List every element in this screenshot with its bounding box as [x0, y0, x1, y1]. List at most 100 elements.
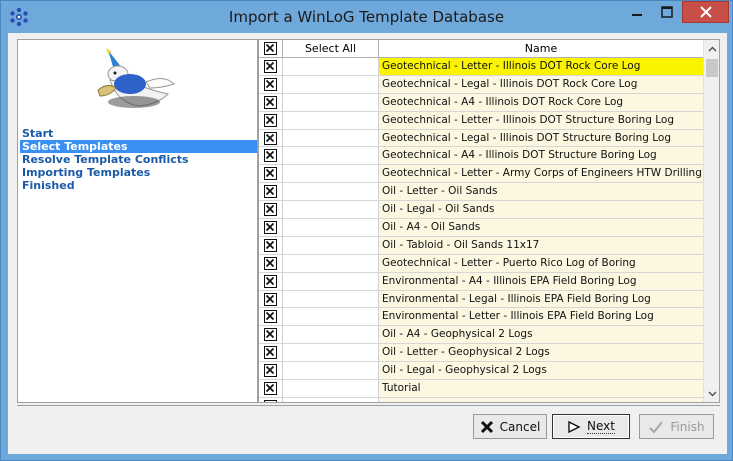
row-select-cell[interactable]	[283, 380, 379, 397]
row-checkbox-cell[interactable]	[259, 397, 283, 402]
table-row[interactable]: Geotechnical - Letter - Army Corps of En…	[259, 165, 703, 184]
row-template-name[interactable]: Environmental - Legal - Illinois EPA Fie…	[379, 290, 703, 308]
template-grid[interactable]: Select All Name Geotechnical - Letter - …	[258, 39, 720, 403]
row-template-name[interactable]: Oil - A4 - Oil Sands	[379, 219, 703, 236]
table-row[interactable]: Environmental - Letter - Illinois EPA Fi…	[259, 308, 703, 327]
table-row[interactable]: Oil - A4 - Geophysical 2 Logs	[259, 326, 703, 345]
row-checkbox-cell[interactable]	[259, 308, 283, 326]
checked-checkbox-icon[interactable]	[264, 77, 277, 91]
row-template-name[interactable]: Oil - Tabloid - Oil Sands 11x17	[379, 236, 703, 254]
scrollbar-thumb[interactable]	[706, 59, 718, 77]
row-checkbox-cell[interactable]	[259, 290, 283, 308]
row-template-name[interactable]: Oil - Letter - Oil Sands	[379, 183, 703, 201]
table-row[interactable]: Oil - Letter - Geophysical 2 Logs	[259, 344, 703, 363]
step-importing-templates[interactable]: Importing Templates	[20, 166, 257, 179]
minimize-button[interactable]	[623, 1, 651, 23]
row-checkbox-cell[interactable]	[259, 183, 283, 201]
header-name[interactable]: Name	[379, 40, 703, 58]
table-row[interactable]: Oil - Legal - Oil Sands	[259, 201, 703, 220]
row-checkbox-cell[interactable]	[259, 201, 283, 219]
table-row[interactable]: Oil - Letter - Oil Sands	[259, 183, 703, 202]
checked-checkbox-icon[interactable]	[264, 274, 277, 288]
checked-checkbox-icon[interactable]	[264, 95, 277, 109]
checked-checkbox-icon[interactable]	[264, 203, 277, 217]
checked-checkbox-icon[interactable]	[264, 328, 277, 342]
row-select-cell[interactable]	[283, 344, 379, 362]
table-row[interactable]: Geotechnical - Legal - Illinois DOT Stru…	[259, 129, 703, 148]
next-button[interactable]: Next	[552, 414, 630, 439]
title-bar[interactable]: Import a WinLoG Template Database	[1, 1, 732, 33]
row-checkbox-cell[interactable]	[259, 219, 283, 236]
row-template-name[interactable]: Geotechnical - A4 - Illinois DOT Rock Co…	[379, 93, 703, 111]
finish-button[interactable]: Finish	[639, 414, 714, 439]
checked-checkbox-icon[interactable]	[264, 185, 277, 199]
row-template-name[interactable]: Geotechnical - Letter - Illinois DOT Str…	[379, 111, 703, 129]
checked-checkbox-icon[interactable]	[264, 42, 277, 55]
table-row[interactable]: Geotechnical - Letter - Illinois DOT Str…	[259, 111, 703, 130]
row-select-cell[interactable]	[283, 254, 379, 272]
table-row[interactable]	[259, 397, 703, 402]
checked-checkbox-icon[interactable]	[264, 221, 277, 235]
row-template-name[interactable]: Geotechnical - A4 - Illinois DOT Structu…	[379, 147, 703, 165]
row-checkbox-cell[interactable]	[259, 236, 283, 254]
checked-checkbox-icon[interactable]	[264, 346, 277, 360]
row-select-cell[interactable]	[283, 236, 379, 254]
vertical-scrollbar[interactable]	[703, 40, 719, 402]
row-template-name[interactable]: Oil - A4 - Geophysical 2 Logs	[379, 326, 703, 344]
step-resolve-conflicts[interactable]: Resolve Template Conflicts	[20, 153, 257, 166]
row-select-cell[interactable]	[283, 75, 379, 93]
checked-checkbox-icon[interactable]	[264, 238, 277, 252]
row-select-cell[interactable]	[283, 165, 379, 183]
checked-checkbox-icon[interactable]	[264, 399, 277, 402]
row-select-cell[interactable]	[283, 308, 379, 326]
row-template-name[interactable]: Geotechnical - Legal - Illinois DOT Stru…	[379, 129, 703, 147]
row-template-name[interactable]: Geotechnical - Letter - Puerto Rico Log …	[379, 254, 703, 272]
row-checkbox-cell[interactable]	[259, 254, 283, 272]
checked-checkbox-icon[interactable]	[264, 149, 277, 163]
row-select-cell[interactable]	[283, 58, 379, 75]
checked-checkbox-icon[interactable]	[264, 382, 277, 396]
row-select-cell[interactable]	[283, 111, 379, 129]
table-row[interactable]: Geotechnical - Letter - Illinois DOT Roc…	[259, 58, 703, 76]
row-template-name[interactable]: Environmental - A4 - Illinois EPA Field …	[379, 272, 703, 290]
header-select-all-checkbox[interactable]	[259, 40, 283, 58]
row-select-cell[interactable]	[283, 326, 379, 344]
row-checkbox-cell[interactable]	[259, 165, 283, 183]
step-finished[interactable]: Finished	[20, 179, 257, 192]
row-checkbox-cell[interactable]	[259, 111, 283, 129]
row-select-cell[interactable]	[283, 272, 379, 290]
table-row[interactable]: Oil - Legal - Geophysical 2 Logs	[259, 362, 703, 381]
checked-checkbox-icon[interactable]	[264, 60, 277, 73]
row-select-cell[interactable]	[283, 183, 379, 201]
row-select-cell[interactable]	[283, 93, 379, 111]
row-checkbox-cell[interactable]	[259, 75, 283, 93]
checked-checkbox-icon[interactable]	[264, 256, 277, 270]
row-template-name[interactable]: Environmental - Letter - Illinois EPA Fi…	[379, 308, 703, 326]
checked-checkbox-icon[interactable]	[264, 364, 277, 378]
row-select-cell[interactable]	[283, 201, 379, 219]
close-button[interactable]	[682, 1, 729, 23]
row-select-cell[interactable]	[283, 290, 379, 308]
row-checkbox-cell[interactable]	[259, 129, 283, 147]
table-row[interactable]: Geotechnical - A4 - Illinois DOT Rock Co…	[259, 93, 703, 112]
checked-checkbox-icon[interactable]	[264, 167, 277, 181]
scroll-up-button[interactable]	[704, 40, 719, 57]
table-row[interactable]: Geotechnical - Legal - Illinois DOT Rock…	[259, 75, 703, 94]
row-checkbox-cell[interactable]	[259, 58, 283, 75]
row-template-name[interactable]: Geotechnical - Letter - Army Corps of En…	[379, 165, 703, 183]
maximize-button[interactable]	[653, 1, 681, 23]
row-select-cell[interactable]	[283, 147, 379, 165]
row-checkbox-cell[interactable]	[259, 93, 283, 111]
checked-checkbox-icon[interactable]	[264, 131, 277, 145]
table-row[interactable]: Environmental - A4 - Illinois EPA Field …	[259, 272, 703, 291]
row-template-name[interactable]: Oil - Legal - Oil Sands	[379, 201, 703, 219]
table-row[interactable]: Tutorial	[259, 380, 703, 398]
scroll-down-button[interactable]	[704, 385, 719, 402]
step-start[interactable]: Start	[20, 127, 257, 140]
row-template-name[interactable]: Geotechnical - Letter - Illinois DOT Roc…	[379, 58, 703, 75]
row-template-name[interactable]	[379, 397, 703, 402]
row-template-name[interactable]: Oil - Letter - Geophysical 2 Logs	[379, 344, 703, 362]
table-row[interactable]: Geotechnical - A4 - Illinois DOT Structu…	[259, 147, 703, 166]
row-checkbox-cell[interactable]	[259, 362, 283, 380]
checked-checkbox-icon[interactable]	[264, 113, 277, 127]
